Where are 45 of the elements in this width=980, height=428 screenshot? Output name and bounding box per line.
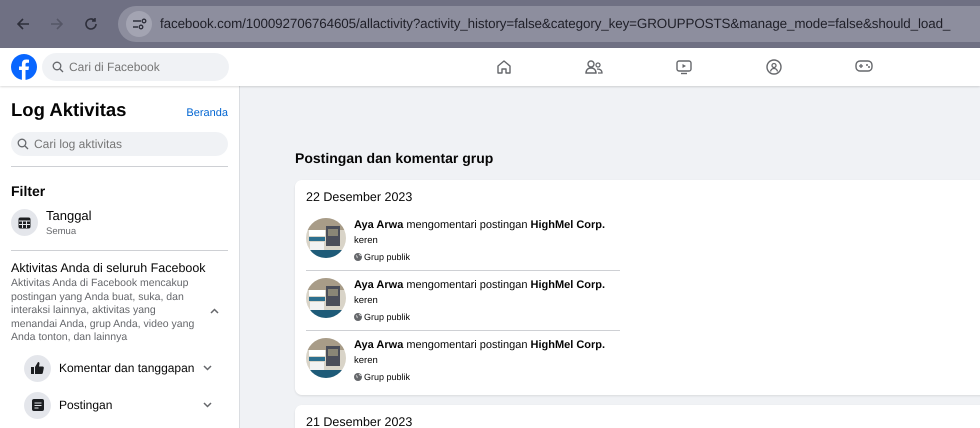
site-settings-icon[interactable]	[126, 11, 152, 37]
video-icon[interactable]	[676, 59, 692, 75]
comment-text: keren	[354, 294, 379, 307]
audience-label: Grup publik	[364, 370, 410, 383]
home-icon[interactable]	[496, 59, 512, 75]
facebook-logo-icon[interactable]	[11, 54, 37, 80]
thumbs-up-icon	[31, 362, 44, 374]
chevron-up-icon[interactable]	[210, 308, 219, 314]
reload-icon[interactable]	[84, 17, 98, 31]
post-icon	[32, 399, 44, 412]
filter-label[interactable]: Tanggal	[46, 206, 92, 226]
globe-icon	[354, 312, 362, 321]
gaming-icon[interactable]	[855, 59, 873, 73]
activity-text[interactable]: Aya Arwa mengomentari postingan HighMel Corp.	[354, 218, 606, 232]
comment-text: keren	[354, 234, 379, 247]
chevron-down-icon[interactable]	[203, 365, 212, 372]
date-heading: 22 Desember 2023	[306, 189, 414, 206]
chevron-down-icon[interactable]	[203, 402, 212, 408]
comment-text: keren	[354, 354, 379, 367]
search-input[interactable]: Cari log aktivitas	[34, 134, 164, 153]
activity-text[interactable]: Aya Arwa mengomentari postingan HighMel Corp.	[354, 278, 606, 292]
search-field[interactable]: Cari di Facebook	[42, 53, 229, 81]
activity-text[interactable]: Aya Arwa mengomentari postingan HighMel Corp.	[354, 338, 606, 352]
calendar-icon	[18, 216, 31, 229]
filter-value: Semua	[46, 225, 78, 240]
audience-label: Grup publik	[364, 250, 410, 263]
search-field[interactable]: Cari log aktivitas	[11, 132, 228, 156]
category-item[interactable]: Postingan	[59, 396, 195, 414]
section-description: Aktivitas Anda di Facebook mencakup postingan yang Anda buat, suka, dan interaksi lainnya, aktivitas yang menandai Anda, grup Anda, video yang Anda tonton, dan lainnya	[11, 277, 196, 345]
back-icon[interactable]	[16, 17, 30, 31]
search-icon	[52, 61, 64, 73]
search-input[interactable]: Cari di Facebook	[69, 58, 199, 76]
globe-icon	[354, 372, 362, 381]
search-icon	[17, 138, 29, 150]
section-title: Aktivitas Anda di seluruh Facebook	[11, 260, 207, 276]
audience-label: Grup publik	[364, 310, 410, 323]
page-title: Log Aktivitas	[11, 98, 126, 122]
date-heading: 21 Desember 2023	[306, 414, 414, 428]
filter-heading: Filter	[11, 182, 46, 201]
home-link[interactable]: Beranda	[186, 105, 228, 122]
groups-icon[interactable]	[766, 59, 782, 75]
section-heading: Postingan dan komentar grup	[295, 149, 494, 168]
friends-icon[interactable]	[585, 59, 603, 75]
globe-icon	[354, 252, 362, 261]
category-item[interactable]: Komentar dan tanggapan	[59, 359, 195, 378]
